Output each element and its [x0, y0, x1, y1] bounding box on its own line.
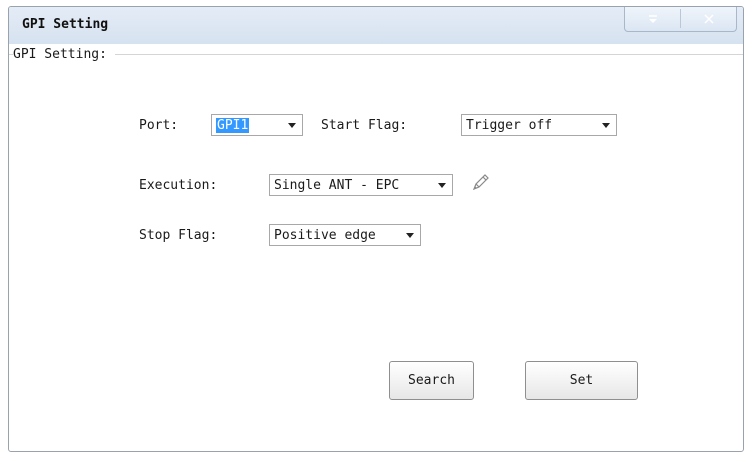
start-flag-label: Start Flag:: [321, 118, 408, 133]
execution-value: Single ANT - EPC: [274, 177, 400, 193]
title-bar[interactable]: GPI Setting: [9, 7, 743, 44]
stop-flag-select[interactable]: Positive edge: [269, 224, 421, 246]
stop-flag-label: Stop Flag:: [139, 228, 218, 243]
chevron-down-icon[interactable]: [406, 233, 414, 238]
set-button[interactable]: Set: [525, 361, 638, 400]
start-flag-select[interactable]: Trigger off: [461, 114, 617, 136]
window-title: GPI Setting: [22, 17, 109, 32]
port-select[interactable]: GPI1: [211, 114, 303, 136]
execution-label: Execution:: [139, 178, 218, 193]
port-selected-value: GPI1: [216, 117, 250, 133]
port-label: Port:: [139, 118, 179, 133]
stop-flag-value: Positive edge: [274, 227, 376, 243]
close-icon[interactable]: [681, 7, 736, 31]
group-box-label: GPI Setting:: [13, 47, 115, 62]
window-controls: [624, 7, 737, 32]
chevron-down-icon[interactable]: [438, 183, 446, 188]
dropdown-menu-icon[interactable]: [625, 7, 680, 31]
execution-select[interactable]: Single ANT - EPC: [269, 174, 453, 196]
pencil-icon[interactable]: [469, 172, 491, 198]
chevron-down-icon[interactable]: [602, 123, 610, 128]
gpi-setting-window: GPI Setting GPI Setting: Port: GPI1 Star…: [8, 6, 744, 452]
start-flag-value: Trigger off: [466, 117, 553, 133]
group-box-border: [9, 54, 743, 55]
chevron-down-icon[interactable]: [288, 123, 296, 128]
search-button[interactable]: Search: [389, 361, 474, 400]
